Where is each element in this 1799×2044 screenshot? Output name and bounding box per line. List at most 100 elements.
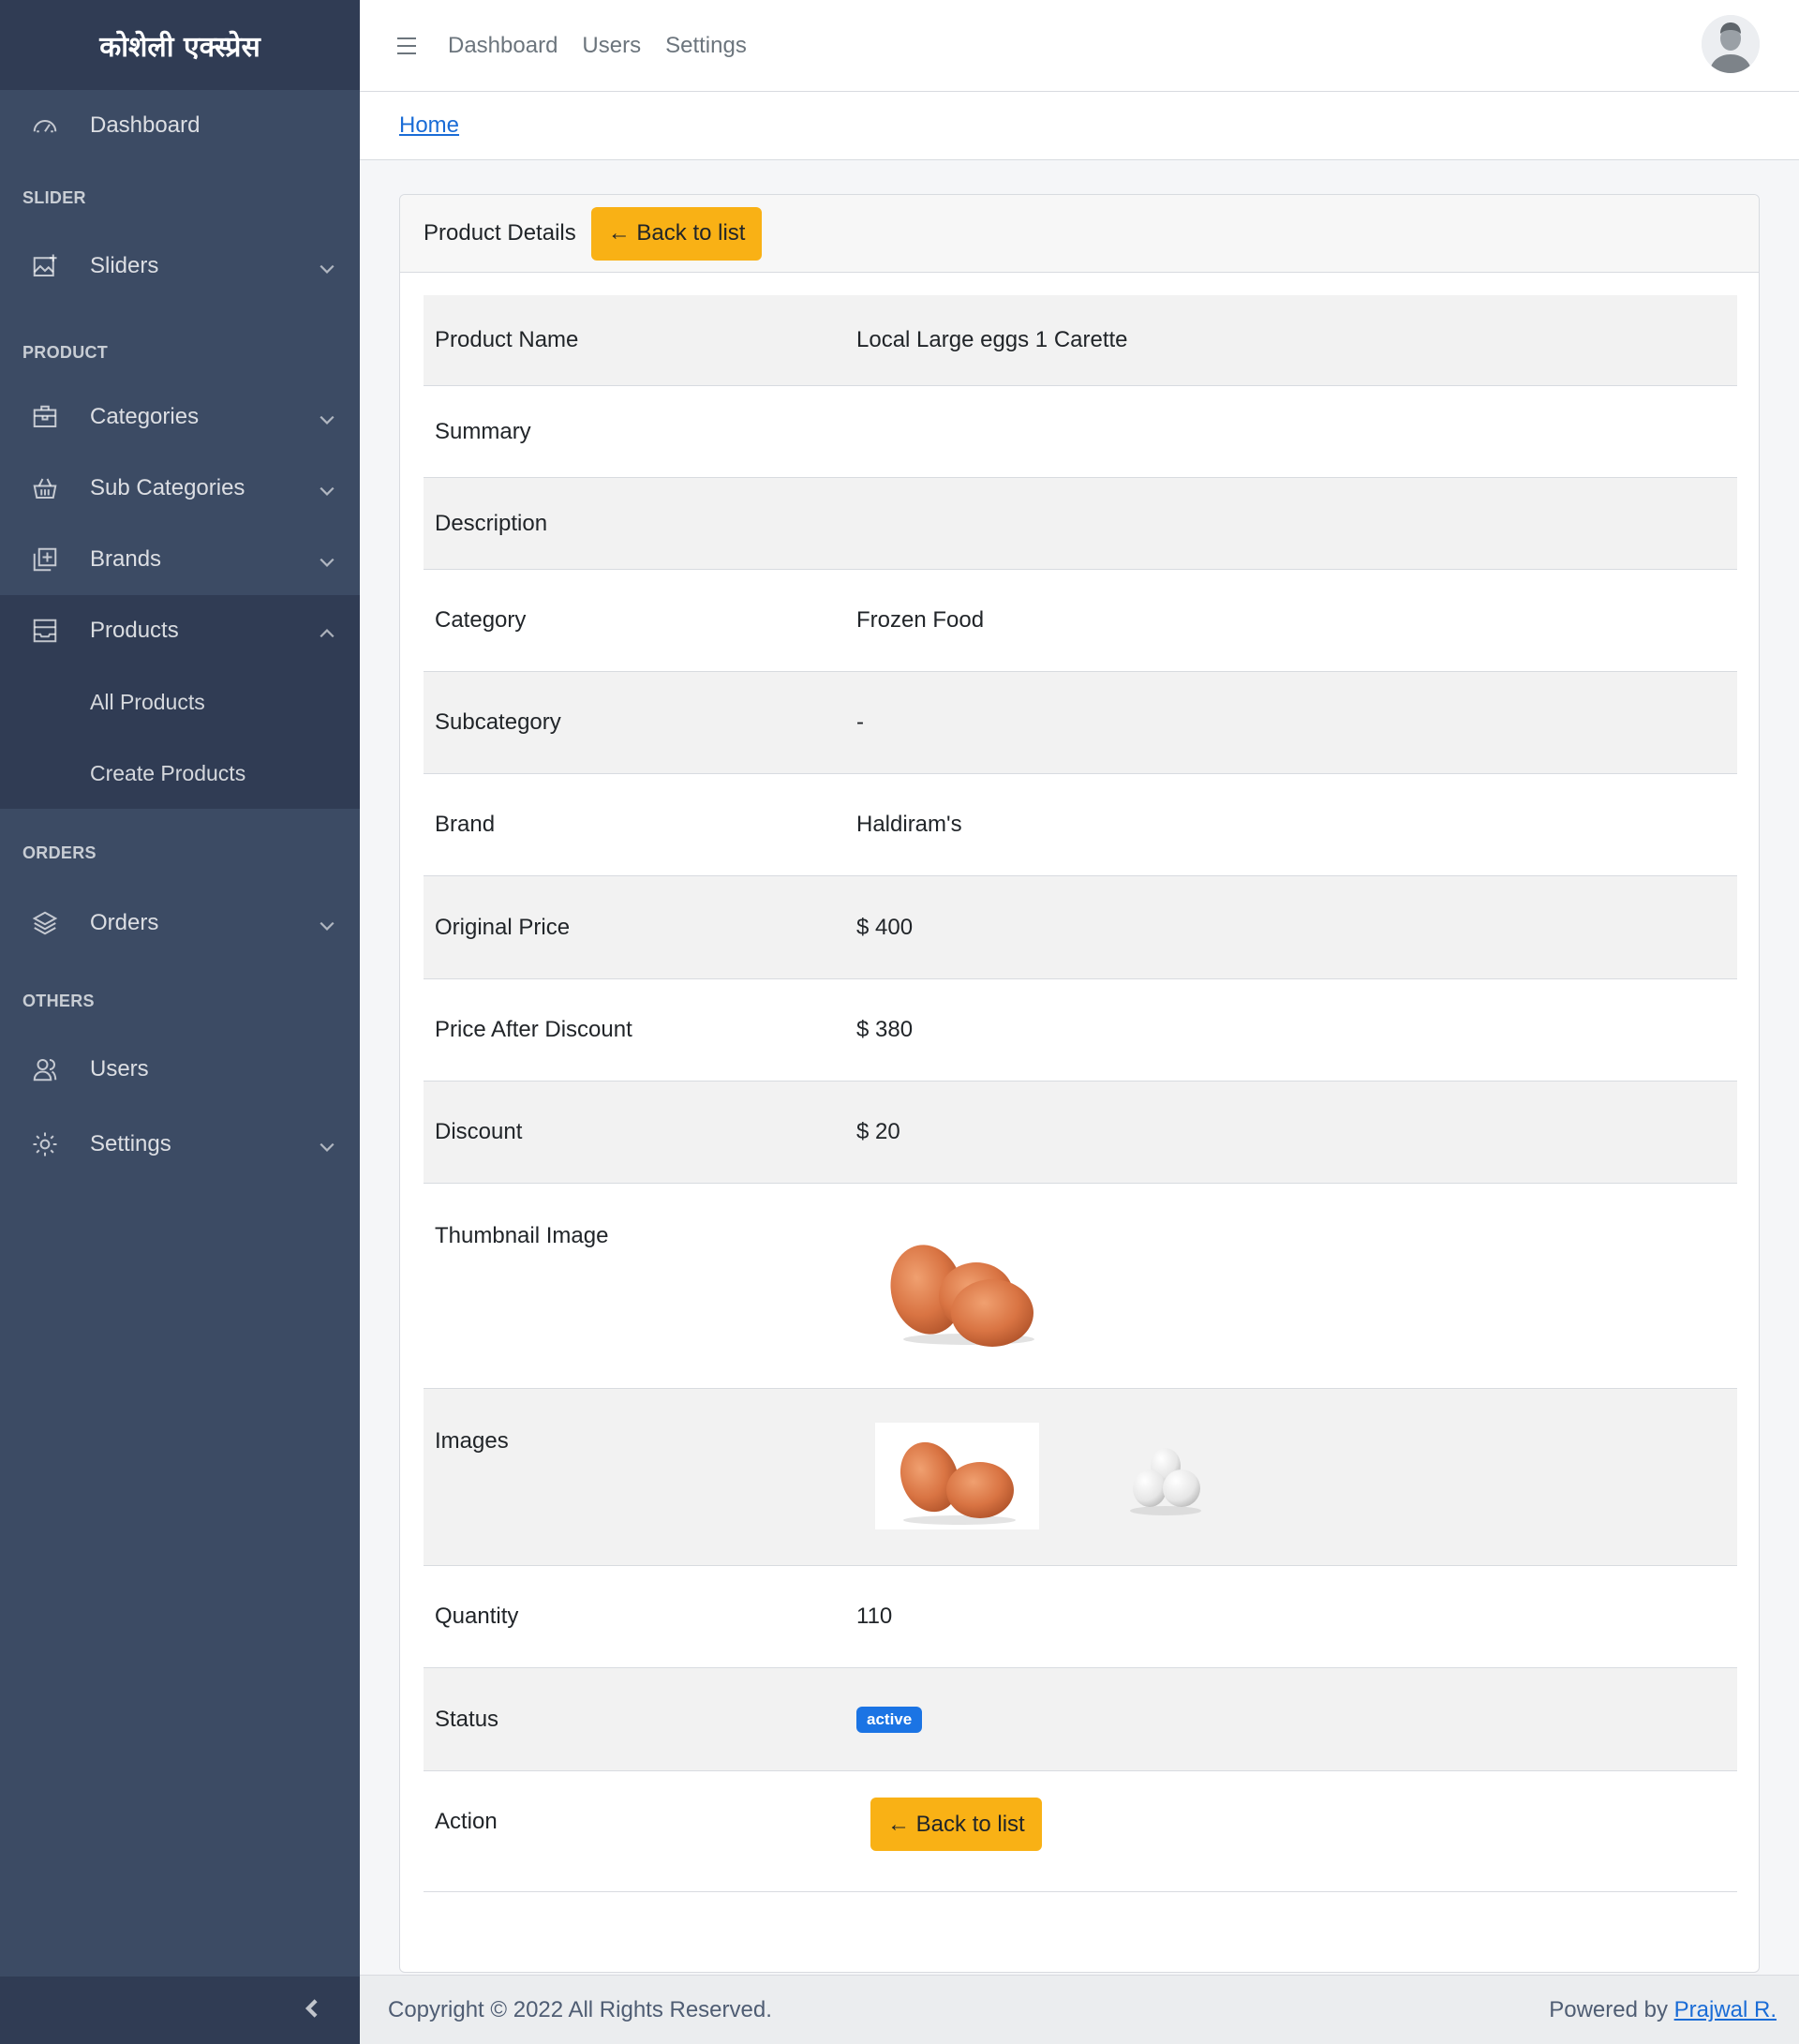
sidebar-subitem-create-products[interactable]: Create Products xyxy=(0,738,360,809)
sidebar-item-categories[interactable]: Categories xyxy=(0,381,360,453)
chevron-down-icon xyxy=(319,915,335,932)
sidebar-item-label: Users xyxy=(90,1056,149,1082)
speedometer-icon xyxy=(30,111,60,141)
table-row: Brand Haldiram's xyxy=(424,774,1737,876)
table-row: Subcategory - xyxy=(424,672,1737,774)
menu-icon[interactable] xyxy=(395,36,418,56)
row-label: Original Price xyxy=(435,914,571,940)
sidebar-subitem-all-products[interactable]: All Products xyxy=(0,666,360,738)
table-row: Quantity 110 xyxy=(424,1566,1737,1668)
sidebar-item-sliders[interactable]: Sliders xyxy=(0,227,360,306)
chevron-down-icon xyxy=(319,409,335,425)
row-label: Quantity xyxy=(435,1604,519,1629)
sidebar-item-brands[interactable]: Brands xyxy=(0,524,360,595)
sidebar-item-dashboard[interactable]: Dashboard xyxy=(0,90,360,161)
row-label: Brand xyxy=(435,812,496,837)
chevron-up-icon xyxy=(319,622,335,639)
powered-by-label: Powered by xyxy=(1549,1996,1668,2022)
row-label: Status xyxy=(435,1706,499,1732)
category-value: Frozen Food xyxy=(856,607,985,633)
table-row: Status active xyxy=(424,1668,1737,1771)
table-row: Discount $ 20 xyxy=(424,1082,1737,1184)
basket-icon xyxy=(30,473,60,503)
sidebar-minimize-button[interactable] xyxy=(0,1977,360,2044)
sidebar-item-orders[interactable]: Orders xyxy=(0,882,360,964)
table-row: Product Name Local Large eggs 1 Carette xyxy=(424,295,1737,386)
row-label: Subcategory xyxy=(435,709,561,735)
header-nav-users[interactable]: Users xyxy=(582,33,641,59)
users-icon xyxy=(30,1054,60,1084)
breadcrumb-home-link[interactable]: Home xyxy=(399,112,459,139)
author-link[interactable]: Prajwal R. xyxy=(1674,1997,1777,2022)
section-title-orders: ORDERS xyxy=(22,843,97,862)
chevron-left-icon xyxy=(302,1998,322,2023)
briefcase-icon xyxy=(30,402,60,432)
subcategory-value: - xyxy=(856,709,864,735)
library-add-icon xyxy=(30,545,60,574)
gear-icon xyxy=(30,1129,60,1159)
sidebar-item-label: Products xyxy=(90,618,179,643)
row-label: Category xyxy=(435,607,527,633)
breadcrumb: Home xyxy=(360,92,1799,160)
sidebar: कोशेली एक्स्प्रेस Dashboard SLIDER Slide… xyxy=(0,0,360,2044)
sidebar-item-label: Sliders xyxy=(90,253,159,278)
sidebar-item-label: Sub Categories xyxy=(90,475,245,500)
chevron-down-icon xyxy=(319,551,335,568)
quantity-value: 110 xyxy=(856,1604,893,1629)
avatar[interactable] xyxy=(1702,15,1760,73)
header-nav-dashboard[interactable]: Dashboard xyxy=(448,33,558,59)
product-image-brown-eggs[interactable] xyxy=(875,1423,1039,1529)
card-title: Product Details xyxy=(424,220,576,246)
table-row: Price After Discount $ 380 xyxy=(424,979,1737,1082)
sidebar-item-label: Dashboard xyxy=(90,112,201,138)
image-plus-icon xyxy=(30,251,60,281)
top-header: Dashboard Users Settings xyxy=(360,0,1799,92)
row-label: Action xyxy=(435,1809,498,1834)
price-after-discount-value: $ 380 xyxy=(856,1017,914,1042)
inbox-icon xyxy=(30,616,60,646)
row-label: Summary xyxy=(435,418,531,444)
table-row: Category Frozen Food xyxy=(424,570,1737,672)
row-label: Product Name xyxy=(435,327,579,352)
table-row: Description xyxy=(424,478,1737,570)
brand-logo[interactable]: कोशेली एक्स्प्रेस xyxy=(0,0,360,90)
chevron-down-icon xyxy=(319,1136,335,1153)
product-name-value: Local Large eggs 1 Carette xyxy=(856,327,1128,352)
table-row: Summary xyxy=(424,386,1737,478)
sidebar-item-users[interactable]: Users xyxy=(0,1030,360,1109)
section-title-others: OTHERS xyxy=(22,992,95,1010)
products-group: Products All Products Create Products xyxy=(0,595,360,809)
header-nav-settings[interactable]: Settings xyxy=(665,33,747,59)
section-title-product: PRODUCT xyxy=(22,343,109,362)
row-label: Price After Discount xyxy=(435,1017,632,1042)
action-back-to-list-button[interactable]: ← Back to list xyxy=(870,1798,1042,1851)
copyright-text: Copyright © 2022 All Rights Reserved. xyxy=(388,1996,772,2022)
product-details-table: Product Name Local Large eggs 1 Carette … xyxy=(424,295,1737,1892)
row-label: Description xyxy=(435,510,548,536)
thumbnail-image xyxy=(875,1238,1044,1350)
discount-value: $ 20 xyxy=(856,1119,900,1144)
original-price-value: $ 400 xyxy=(856,914,914,940)
layers-icon xyxy=(30,908,60,938)
row-label: Discount xyxy=(435,1119,523,1144)
back-to-list-button[interactable]: ← Back to list xyxy=(590,206,763,261)
status-badge: active xyxy=(856,1706,923,1733)
table-row: Action ← Back to list xyxy=(424,1771,1737,1892)
chevron-down-icon xyxy=(319,258,335,275)
sidebar-item-sub-categories[interactable]: Sub Categories xyxy=(0,453,360,524)
brand-value: Haldiram's xyxy=(856,812,962,837)
sidebar-item-label: Brands xyxy=(90,546,162,572)
table-row: Original Price $ 400 xyxy=(424,876,1737,979)
powered-by: Powered by Prajwal R. xyxy=(1549,1997,1777,2023)
table-row: Thumbnail Image xyxy=(424,1184,1737,1389)
footer: Copyright © 2022 All Rights Reserved. Po… xyxy=(360,1975,1799,2044)
sidebar-item-label: Settings xyxy=(90,1131,171,1156)
section-title-slider: SLIDER xyxy=(22,188,86,207)
table-row: Images xyxy=(424,1389,1737,1566)
row-label: Images xyxy=(435,1428,509,1454)
sidebar-item-products[interactable]: Products xyxy=(0,595,360,666)
sidebar-item-settings[interactable]: Settings xyxy=(0,1109,360,1180)
sidebar-item-label: Orders xyxy=(90,910,159,935)
chevron-down-icon xyxy=(319,480,335,497)
product-image-white-eggs[interactable] xyxy=(1114,1436,1217,1520)
